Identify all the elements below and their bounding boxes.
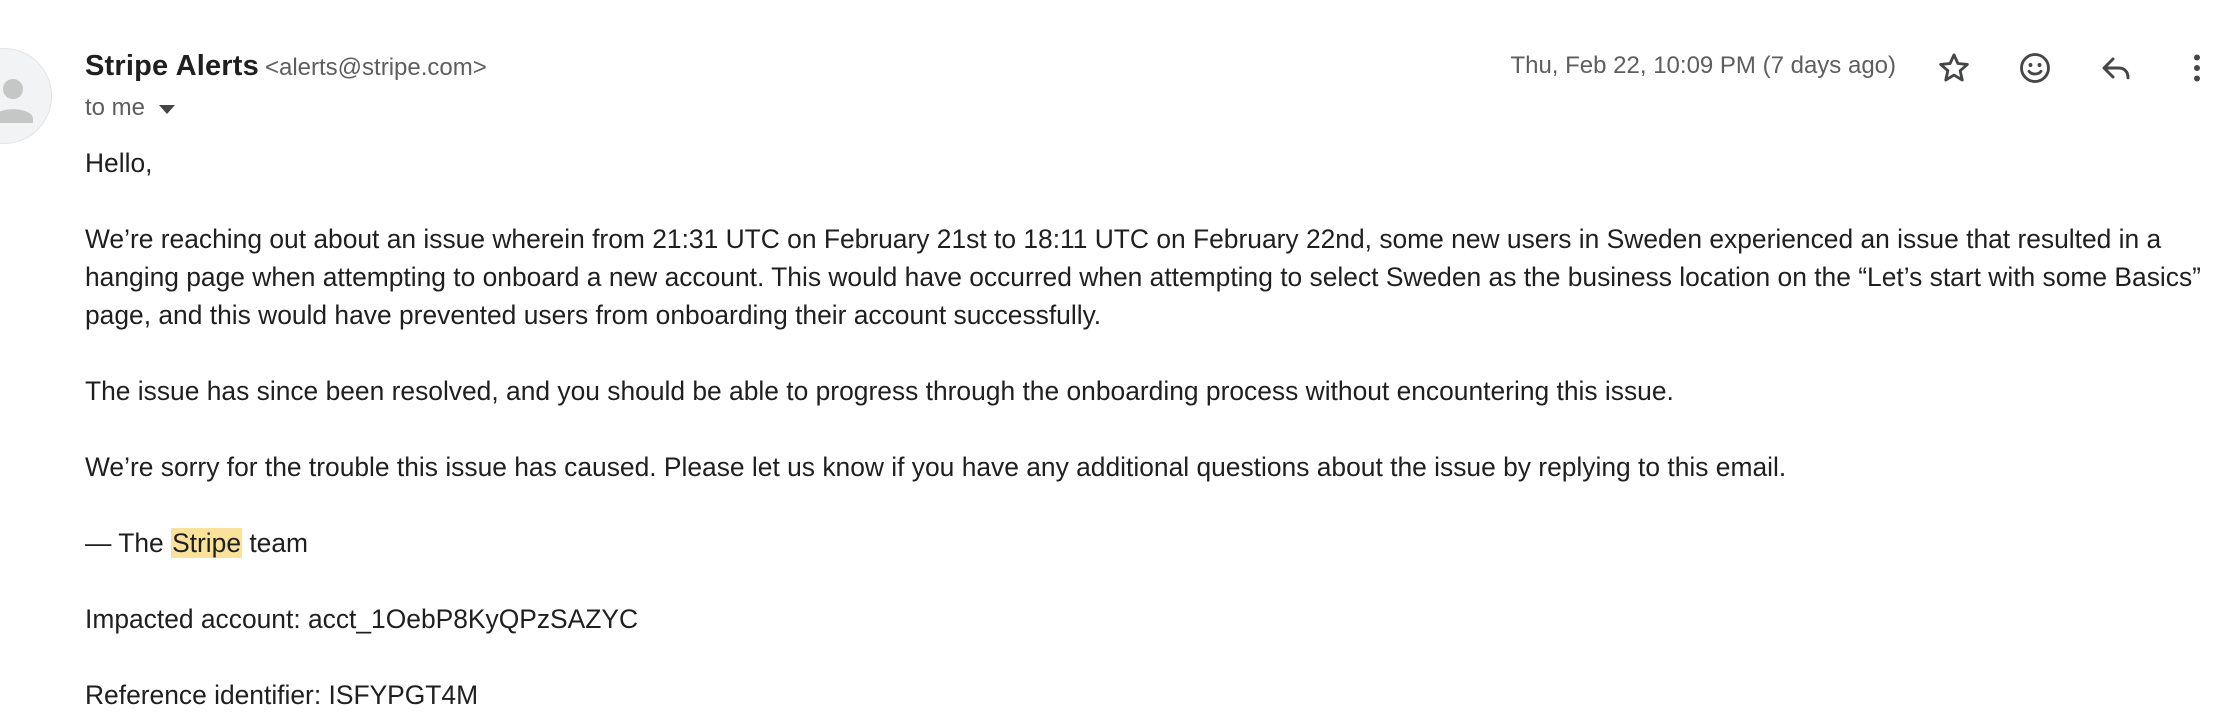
impacted-account: Impacted account: acct_1OebP8KyQPzSAZYC (85, 604, 639, 634)
more-options-button[interactable] (2173, 44, 2221, 92)
message-body: Hello, We’re reaching out about an issue… (85, 144, 2225, 722)
message-date: Thu, Feb 22, 10:09 PM (7 days ago) (1510, 52, 1896, 79)
sender-avatar[interactable] (0, 48, 52, 144)
reply-button[interactable] (2092, 44, 2140, 92)
greeting: Hello, (85, 148, 153, 178)
more-vert-icon (2194, 54, 2200, 82)
emoji-icon (2020, 53, 2050, 83)
signoff: — The Stripe team (85, 524, 2225, 562)
body-paragraph-resolved: The issue has since been resolved, and y… (85, 376, 1674, 406)
add-reaction-button[interactable] (2011, 44, 2059, 92)
reply-icon (2102, 57, 2130, 80)
signoff-prefix: — The (85, 528, 172, 558)
person-icon (0, 79, 33, 123)
sender-email: <alerts@stripe.com> (264, 54, 487, 81)
body-paragraph-apology: We’re sorry for the trouble this issue h… (85, 452, 1787, 482)
search-highlight: Stripe (171, 528, 243, 558)
sender-name[interactable]: Stripe Alerts (85, 50, 259, 83)
recipient-details-toggle[interactable]: to me (85, 92, 176, 124)
sender-info: Stripe Alerts <alerts@stripe.com> (85, 50, 487, 90)
email-message-view: Stripe Alerts <alerts@stripe.com> to me … (0, 0, 2234, 722)
star-icon (1939, 53, 1969, 82)
signoff-suffix: team (242, 528, 309, 558)
reference-identifier: Reference identifier: ISFYPGT4M (85, 680, 479, 710)
recipient-label: to me (85, 94, 146, 121)
body-paragraph-issue: We’re reaching out about an issue wherei… (85, 224, 2201, 330)
message-actions (1930, 44, 2221, 92)
chevron-down-icon (159, 104, 176, 114)
star-button[interactable] (1930, 44, 1978, 92)
